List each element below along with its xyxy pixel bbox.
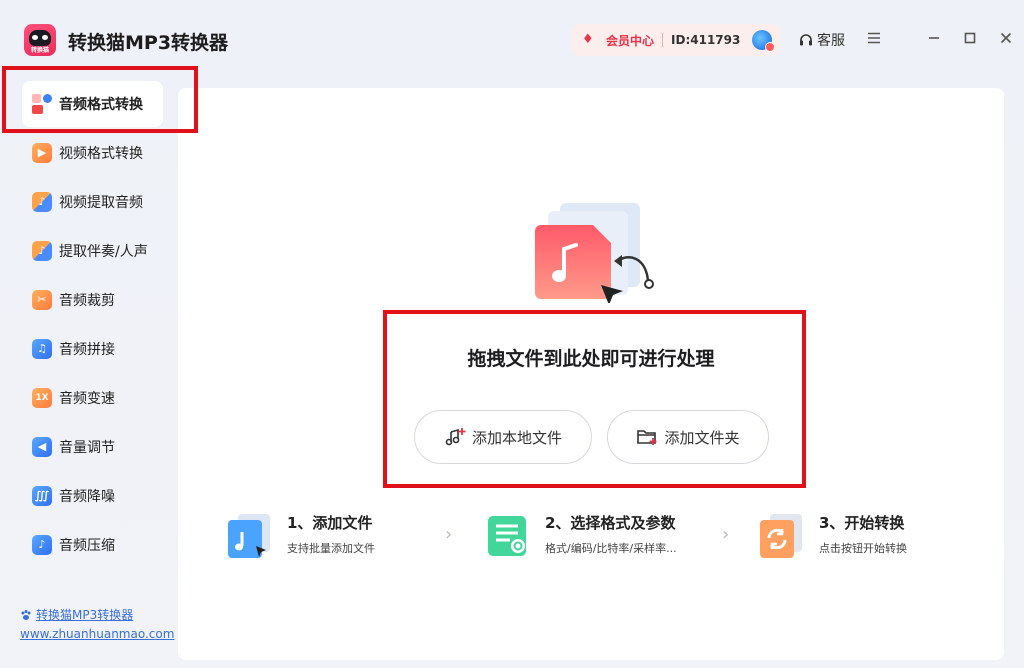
sidebar-item-volume[interactable]: ◀ 音量调节 (22, 424, 163, 470)
member-center-label: 会员中心 (606, 33, 655, 48)
sidebar-item-label: 音频变速 (59, 391, 115, 407)
footer-app-label: 转换猫MP3转换器 (36, 608, 134, 622)
close-button[interactable] (996, 28, 1016, 48)
settings-doc-step-icon (488, 516, 526, 556)
highlight-box-sidebar (2, 66, 198, 133)
sidebar-item-label: 音频裁剪 (59, 293, 115, 309)
sidebar-item-join[interactable]: ♫ 音频拼接 (22, 326, 163, 372)
sidebar-item-noise[interactable]: ∭ 音频降噪 (22, 473, 163, 519)
member-center-button[interactable]: ♦ 会员中心 ID:411793 (572, 24, 780, 56)
music-file-step-icon (228, 514, 270, 558)
sidebar-item-speed[interactable]: 1X 音频变速 (22, 375, 163, 421)
app-title: 转换猫MP3转换器 (68, 32, 229, 54)
maximize-icon (964, 32, 976, 44)
minimize-icon (929, 37, 939, 39)
maximize-button[interactable] (960, 28, 980, 48)
compress-icon: ♪ (32, 535, 52, 555)
support-button[interactable]: 客服 (798, 30, 845, 50)
join-icon: ♫ (32, 339, 52, 359)
highlight-box-drop-zone (383, 310, 806, 488)
sidebar-item-video-extract[interactable]: ♪ 视频提取音频 (22, 179, 163, 225)
sidebar-item-label: 提取伴奏/人声 (59, 244, 148, 260)
sidebar-item-label: 音量调节 (59, 440, 115, 456)
noise-icon: ∭ (32, 486, 52, 506)
video-audio-icon: ♪ (32, 192, 52, 212)
volume-icon: ◀ (32, 437, 52, 457)
step-title: 3、开始转换 (819, 514, 905, 532)
footer-app-link[interactable]: 转换猫MP3转换器 (20, 606, 133, 623)
speed-icon: 1X (32, 388, 52, 408)
minimize-button[interactable] (924, 28, 944, 48)
sidebar-item-compress[interactable]: ♪ 音频压缩 (22, 522, 163, 568)
step-desc: 点击按钮开始转换 (819, 542, 907, 555)
user-id: ID:411793 (671, 33, 741, 47)
footer-url-link[interactable]: www.zhuanhuanmao.com (20, 627, 174, 641)
scissors-icon: ✂ (32, 290, 52, 310)
diamond-icon: ♦ (582, 32, 594, 47)
hamburger-icon (868, 32, 880, 44)
sidebar-item-label: 音频压缩 (59, 538, 115, 554)
step-title: 1、添加文件 (287, 514, 373, 532)
sidebar-item-label: 音频拼接 (59, 342, 115, 358)
sidebar-item-vocal[interactable]: ♪ 提取伴奏/人声 (22, 228, 163, 274)
sidebar-item-video-format[interactable]: ▶ 视频格式转换 (22, 130, 163, 176)
paw-icon (21, 609, 31, 620)
support-label: 客服 (817, 33, 845, 49)
sidebar: 音频格式转换 ▶ 视频格式转换 ♪ 视频提取音频 ♪ 提取伴奏/人声 ✂ 音频裁… (0, 80, 178, 668)
avatar[interactable] (752, 30, 776, 52)
step-title: 2、选择格式及参数 (545, 514, 676, 532)
sidebar-item-label: 音频降噪 (59, 489, 115, 505)
close-icon (1000, 32, 1012, 44)
headset-icon (800, 34, 812, 46)
sidebar-item-cut[interactable]: ✂ 音频裁剪 (22, 277, 163, 323)
avatar-badge (765, 42, 776, 52)
step-desc: 格式/编码/比特率/采样率... (545, 542, 677, 555)
step-desc: 支持批量添加文件 (287, 542, 375, 555)
chevron-right-icon: › (722, 524, 730, 545)
chevron-right-icon: › (445, 524, 453, 545)
video-play-icon: ▶ (32, 143, 52, 163)
sidebar-item-label: 视频提取音频 (59, 195, 143, 211)
sidebar-item-label: 视频格式转换 (59, 146, 143, 162)
app-logo-icon: 转换猫 (24, 24, 56, 56)
vocal-icon: ♪ (32, 241, 52, 261)
convert-step-icon (760, 514, 802, 558)
menu-button[interactable] (864, 28, 884, 48)
divider (662, 33, 664, 47)
music-file-hero-icon (535, 203, 654, 303)
